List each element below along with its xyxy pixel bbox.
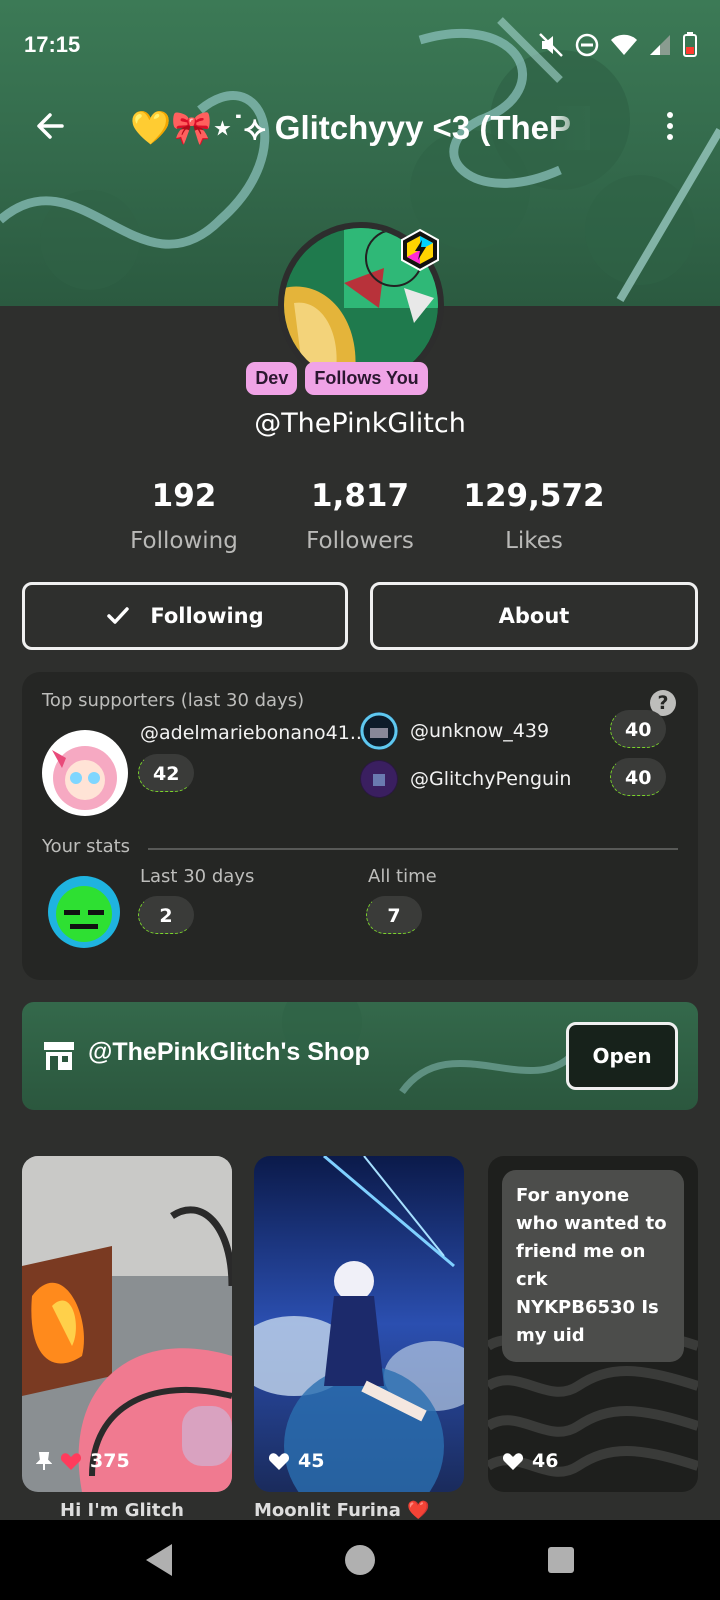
your-stats-label: Your stats <box>42 836 131 857</box>
stat-value: 1,817 <box>310 478 410 514</box>
open-shop-button[interactable]: Open <box>566 1022 678 1090</box>
shop-title: @ThePinkGlitch's Shop <box>88 1038 370 1066</box>
heart-icon <box>268 1453 290 1470</box>
post-thumbnail <box>22 1156 232 1492</box>
following-button[interactable]: Following <box>22 582 348 650</box>
supporter-avatar-art <box>360 712 398 750</box>
post-likes: 375 <box>36 1450 130 1472</box>
divider <box>148 848 678 850</box>
status-icons <box>538 32 698 58</box>
top-supporter-count: 42 <box>138 754 195 792</box>
top-supporter-avatar[interactable] <box>42 730 128 816</box>
post-tile[interactable]: For anyone who wanted to friend me on cr… <box>488 1156 698 1492</box>
all-time-count: 7 <box>366 896 422 934</box>
post-like-count: 375 <box>90 1450 130 1472</box>
supporter-avatar[interactable] <box>360 760 398 798</box>
stat-followers[interactable]: 1,817 Followers <box>260 478 460 554</box>
heart-icon <box>60 1453 82 1470</box>
post-tile[interactable]: 375 <box>22 1156 232 1492</box>
supporter-avatar-art <box>361 761 397 797</box>
top-supporter-avatar-art <box>42 730 128 816</box>
app-top-bar: 💛🎀⋆˙⟡ Glitchyyy <3 (TheP <box>0 100 720 160</box>
battery-icon <box>683 32 697 57</box>
last-30-days-count: 2 <box>138 896 194 934</box>
post-likes: 45 <box>268 1450 324 1472</box>
profile-tags: Dev Follows You <box>0 362 720 395</box>
status-bar: 17:15 <box>0 0 720 90</box>
stat-following[interactable]: 192 Following <box>84 478 284 554</box>
stat-value: 192 <box>151 478 217 514</box>
stat-likes: 129,572 Likes <box>434 478 634 554</box>
page-title: 💛🎀⋆˙⟡ Glitchyyy <3 (TheP <box>130 106 590 150</box>
dnd-icon <box>575 33 599 57</box>
wifi-icon <box>611 34 637 55</box>
shop-banner[interactable]: @ThePinkGlitch's Shop Open <box>22 1002 698 1110</box>
my-avatar-art <box>48 876 120 948</box>
nav-buttons <box>146 1544 574 1576</box>
system-navigation-bar <box>0 1520 720 1600</box>
post-like-count: 45 <box>298 1450 325 1472</box>
post-like-count: 46 <box>532 1450 559 1472</box>
my-avatar <box>46 874 122 950</box>
status-time: 17:15 <box>24 32 81 57</box>
about-button[interactable]: About <box>370 582 698 650</box>
more-options-icon[interactable] <box>660 110 680 146</box>
heart-icon <box>502 1453 524 1470</box>
dev-tag: Dev <box>246 362 298 395</box>
post-thumbnail <box>254 1156 464 1492</box>
mute-icon <box>539 33 563 57</box>
supporter-avatar[interactable] <box>360 712 398 750</box>
all-time-label: All time <box>368 866 437 887</box>
supporter-name[interactable]: @GlitchyPenguin <box>410 768 571 790</box>
post-caption: Hi I'm Glitch <box>60 1500 184 1520</box>
post-tile[interactable]: 45 <box>254 1156 464 1492</box>
follows-you-tag: Follows You <box>305 362 428 395</box>
stat-label: Following <box>130 528 238 554</box>
profile-username: @ThePinkGlitch <box>254 408 466 439</box>
nav-home-icon[interactable] <box>345 1545 375 1575</box>
post-text: For anyone who wanted to friend me on cr… <box>502 1170 684 1362</box>
pin-icon <box>36 1452 52 1470</box>
creator-badge-icon <box>401 228 439 272</box>
about-button-label: About <box>498 604 570 628</box>
checkmark-icon <box>107 607 130 624</box>
back-arrow-icon[interactable] <box>30 106 70 146</box>
supporter-name[interactable]: @unknow_439 <box>410 720 549 742</box>
signal-icon <box>650 35 670 55</box>
following-button-label: Following <box>150 604 264 628</box>
post-likes: 46 <box>502 1450 558 1472</box>
store-icon <box>44 1042 74 1070</box>
nav-back-icon[interactable] <box>146 1544 172 1576</box>
post-caption: Moonlit Furina ❤️ <box>254 1500 430 1520</box>
top-supporters-heading: Top supporters (last 30 days) <box>42 690 305 711</box>
supporter-count: 40 <box>610 758 667 796</box>
nav-recents-icon[interactable] <box>548 1547 574 1573</box>
last-30-days-label: Last 30 days <box>140 866 255 887</box>
profile-stats: 192 Following 1,817 Followers 129,572 Li… <box>0 478 720 558</box>
stat-label: Likes <box>505 528 563 554</box>
stat-label: Followers <box>306 528 414 554</box>
top-supporter-name[interactable]: @adelmariebonano41... <box>140 722 368 744</box>
top-supporters-card: Top supporters (last 30 days) ? @adelmar… <box>22 672 698 980</box>
stat-value: 129,572 <box>463 478 605 514</box>
supporter-count: 40 <box>610 710 667 748</box>
